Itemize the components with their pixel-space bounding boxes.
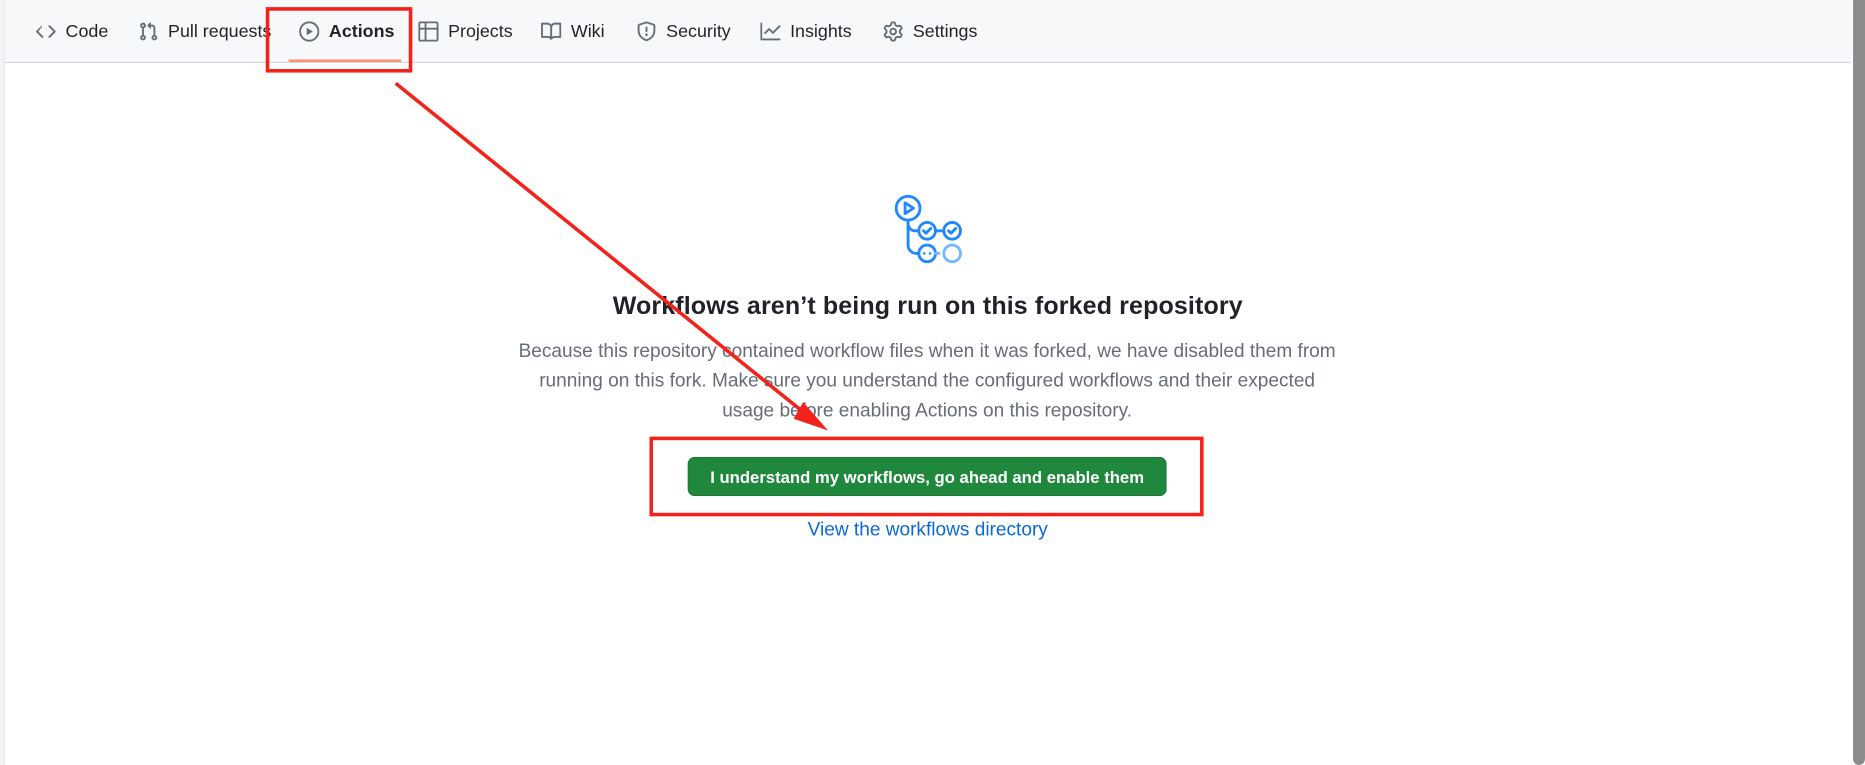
play-icon xyxy=(298,21,319,42)
tab-label: Code xyxy=(65,21,109,42)
tab-insights[interactable]: Insights xyxy=(759,0,852,63)
description-line: running on this fork. Make sure you unde… xyxy=(539,371,1316,392)
tab-label: Wiki xyxy=(570,21,605,42)
blankslate-description: Because this repository contained workfl… xyxy=(486,337,1368,426)
git-pull-request-icon xyxy=(137,21,158,42)
actions-workflow-icon xyxy=(894,194,962,264)
tab-code[interactable]: Code xyxy=(35,0,109,63)
tab-label: Settings xyxy=(912,21,978,42)
scrollbar-thumb[interactable] xyxy=(1853,0,1865,765)
gear-icon xyxy=(882,21,903,42)
selected-tab-underline xyxy=(288,59,402,62)
view-workflows-directory-link[interactable]: View the workflows directory xyxy=(808,520,1048,540)
tab-settings[interactable]: Settings xyxy=(882,0,978,63)
tab-label: Pull requests xyxy=(168,21,272,42)
tab-label: Actions xyxy=(328,21,395,42)
tab-projects[interactable]: Projects xyxy=(417,0,513,63)
repo-nav: Code Pull requests Actions Projects Wiki xyxy=(4,0,1851,64)
tab-wiki[interactable]: Wiki xyxy=(540,0,605,63)
tab-label: Insights xyxy=(790,21,852,42)
graph-icon xyxy=(759,21,780,42)
page-left-edge xyxy=(0,0,5,765)
description-line: usage before enabling Actions on this re… xyxy=(722,400,1133,422)
workflows-directory-link-row: View the workflows directory xyxy=(0,520,1855,541)
description-line: Because this repository contained workfl… xyxy=(518,341,1336,362)
tab-label: Security xyxy=(666,21,731,42)
code-icon xyxy=(35,21,56,42)
tab-label: Projects xyxy=(448,21,513,42)
table-icon xyxy=(417,21,438,42)
blankslate-heading: Workflows aren’t being run on this forke… xyxy=(612,292,1243,321)
book-icon xyxy=(540,21,561,42)
enable-workflows-button[interactable]: I understand my workflows, go ahead and … xyxy=(687,456,1167,497)
tab-pull-requests[interactable]: Pull requests xyxy=(137,0,271,63)
tab-actions[interactable]: Actions xyxy=(298,0,395,63)
tab-security[interactable]: Security xyxy=(635,0,731,63)
page: Code Pull requests Actions Projects Wiki xyxy=(0,0,1865,765)
shield-icon xyxy=(635,21,656,42)
